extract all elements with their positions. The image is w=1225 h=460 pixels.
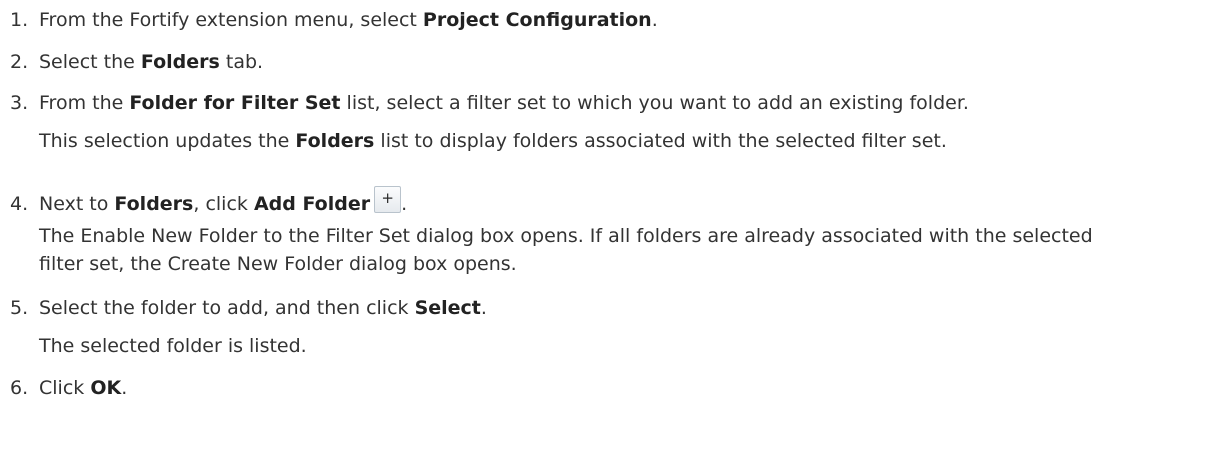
step-number: 2. [10,51,29,73]
step-number: 1. [10,9,29,31]
ui-term: Folder for Filter Set [129,92,341,114]
step-text: Click [39,377,91,399]
ui-term: Folders [295,130,375,152]
step-number: 4. [10,193,29,215]
ui-term: Project Configuration [422,9,652,31]
add-folder-icon [374,186,402,213]
result-text: This selection updates the [39,130,296,152]
step-4-line: 4. Next to Folders, click Add Folder. [10,186,407,215]
step-text: . [121,377,128,399]
result-text: list to display folders associated with … [374,130,947,152]
step-5-line: 5. Select the folder to add, and then cli… [10,296,487,320]
step-text: Next to [39,193,115,215]
step-text: Select the [39,51,141,73]
step-2-line: 2. Select the Folders tab. [10,50,263,74]
step-number: 5. [10,297,29,319]
step-text: From the Fortify extension menu, select [39,9,423,31]
ui-term: Select [414,297,481,319]
step-number: 6. [10,377,29,399]
step-text: list, select a filter set to which you w… [340,92,969,114]
step-6-line: 6. Click OK. [10,376,127,400]
step-3-result: This selection updates the Folders list … [39,129,947,153]
step-number: 3. [10,92,29,114]
step-1-line: 1. From the Fortify extension menu, selec… [10,8,658,32]
step-text: From the [39,92,130,114]
step-4-result: The Enable New Folder to the Filter Set … [39,225,1093,275]
step-text: , click [193,193,254,215]
step-text: . [401,193,408,215]
step-text: . [651,9,658,31]
step-3-line: 3. From the Folder for Filter Set list, s… [10,91,969,115]
ui-term: OK [90,377,122,399]
step-5-result: The selected folder is listed. [39,335,307,357]
ui-term: Add Folder [253,193,371,215]
step-text: Select the folder to add, and then click [39,297,415,319]
ui-term: Folders [140,51,220,73]
step-text: tab. [219,51,264,73]
ui-term: Folders [114,193,194,215]
step-text: . [480,297,487,319]
